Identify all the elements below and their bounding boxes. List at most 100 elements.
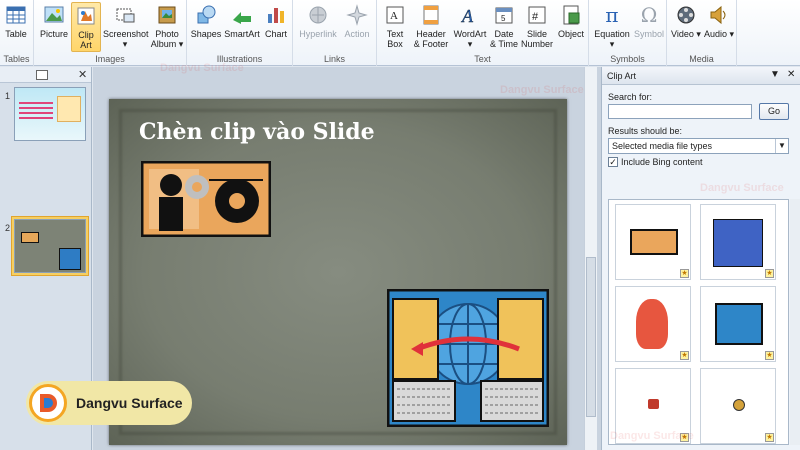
clip-art-button[interactable]: Clip Art [71,2,101,52]
slide-number-icon: # [528,6,546,24]
pane-options-dropdown-icon[interactable]: ▼ [770,69,780,80]
slide-thumb-1-number: 1 [5,91,11,101]
slide-thumb-1[interactable] [14,87,86,141]
text-box-label-1: Text [386,29,404,39]
group-text: A Text Box Header & Footer A WordArt ▾ 5… [377,0,589,66]
chart-label: Chart [264,29,287,39]
table-icon [6,6,26,24]
text-box-label-2: Box [387,39,403,49]
header-footer-label-1: Header [416,29,446,39]
slide-thumb-2[interactable] [14,219,86,273]
watermark: Dangvu Surface [160,62,244,74]
watermark: Dangvu Surface [700,182,784,194]
photo-album-button[interactable]: Photo Album ▾ [149,2,185,52]
result-thumb-disc [733,399,745,411]
speaker-icon [710,5,726,25]
text-box-button[interactable]: A Text Box [380,2,410,52]
results-scrollbar[interactable] [790,199,800,445]
object-button[interactable]: Object [555,2,587,52]
header-footer-button[interactable]: Header & Footer [412,2,450,52]
wordart-dropdown-icon: ▾ [467,39,473,49]
audio-dropdown-icon: ▾ [729,29,735,39]
wordart-label: WordArt [453,29,487,39]
group-media: Video ▾ Audio ▾ Media [667,0,737,66]
clip-art-pane-title: Clip Art [607,71,637,81]
audio-button[interactable]: Audio ▾ [703,2,735,52]
clip-art-results: ★ ★ ★ ★ ★ ★ [608,199,789,445]
wordart-icon: A [461,6,474,26]
close-icon[interactable]: ✕ [78,68,87,81]
group-images: Picture Clip Art Screenshot ▾ Photo Albu… [34,0,187,66]
slide-number-label-1: Slide [526,29,547,39]
date-time-button[interactable]: 5 Date & Time [490,2,518,52]
result-item[interactable]: ★ [700,204,776,280]
date-time-label-1: Date [494,29,514,39]
clip-art-meeting-gears[interactable] [141,161,271,237]
group-illustrations: Shapes SmartArt Chart Illustrations [187,0,293,66]
include-bing-label: Include Bing content [621,157,703,167]
wordart-button[interactable]: A WordArt ▾ [451,2,489,52]
brand-logo-icon [29,384,67,422]
action-label: Action [344,29,370,39]
symbol-label: Symbol [633,29,664,39]
header-footer-label-2: & Footer [413,39,449,49]
watermark: Dangvu Surface [500,84,584,96]
result-thumb-people-money [713,219,763,267]
star-badge-icon: ★ [680,269,689,278]
picture-icon [44,6,64,23]
text-box-icon: A [386,6,404,24]
action-button[interactable]: Action [340,2,374,52]
shapes-button[interactable]: Shapes [190,2,222,52]
slide-number-button[interactable]: # Slide Number [520,2,554,52]
search-input[interactable] [608,104,752,119]
clip-art-pane: Clip Art ▼ ✕ Search for: Go Results shou… [601,67,800,450]
include-bing-checkbox[interactable]: ✓ [608,157,618,167]
symbol-button[interactable]: Ω Symbol [633,2,665,52]
close-icon[interactable]: ✕ [787,69,795,80]
smartart-button[interactable]: SmartArt [224,2,260,52]
action-icon [346,4,368,26]
slide-title[interactable]: Chèn clip vào Slide [139,119,375,145]
picture-button[interactable]: Picture [38,2,70,52]
star-badge-icon: ★ [680,351,689,360]
omega-icon: Ω [640,3,658,27]
equation-button[interactable]: π Equation ▾ [592,2,632,52]
chart-button[interactable]: Chart [262,2,290,52]
table-button[interactable]: Table [2,2,30,52]
result-item[interactable]: ★ [700,368,776,444]
photo-album-label-1: Photo [155,29,179,39]
results-should-be-label: Results should be: [608,126,683,136]
editor-vertical-scrollbar[interactable] [584,67,597,450]
pi-icon: π [605,3,619,27]
svg-text:A: A [461,6,474,26]
screenshot-button[interactable]: Screenshot ▾ [103,2,149,52]
video-dropdown-icon: ▾ [696,29,701,39]
star-badge-icon: ★ [765,351,774,360]
clip-art-computers-globe[interactable] [387,289,549,427]
scroll-thumb[interactable] [586,257,596,417]
thumb2-clip-1 [21,232,39,243]
chart-icon [268,8,284,23]
symbols-group-label: Symbols [610,54,645,64]
audio-label: Audio [703,29,727,39]
brand-mark-icon [40,394,57,412]
video-button[interactable]: Video ▾ [670,2,702,52]
table-label: Table [5,29,27,39]
clip-art-label-1: Clip [78,30,94,40]
result-item[interactable]: ★ [615,204,691,280]
object-icon [563,5,580,25]
photo-album-icon [158,6,176,24]
result-thumb-computers-globe [715,303,763,345]
watermark: Dangvu Surface [610,430,694,442]
slides-tab-icon[interactable] [36,70,48,80]
result-item[interactable]: ★ [700,286,776,362]
text-group-label: Text [474,54,491,64]
media-type-select[interactable]: Selected media file types ▼ [608,138,789,154]
result-item[interactable]: ★ [615,286,691,362]
screenshot-icon [116,8,135,23]
go-button[interactable]: Go [759,103,789,120]
hyperlink-button[interactable]: Hyperlink [298,2,338,52]
screenshot-dropdown-icon: ▾ [122,39,128,49]
smartart-icon [233,12,251,24]
slides-pane-header: ✕ [0,67,91,83]
